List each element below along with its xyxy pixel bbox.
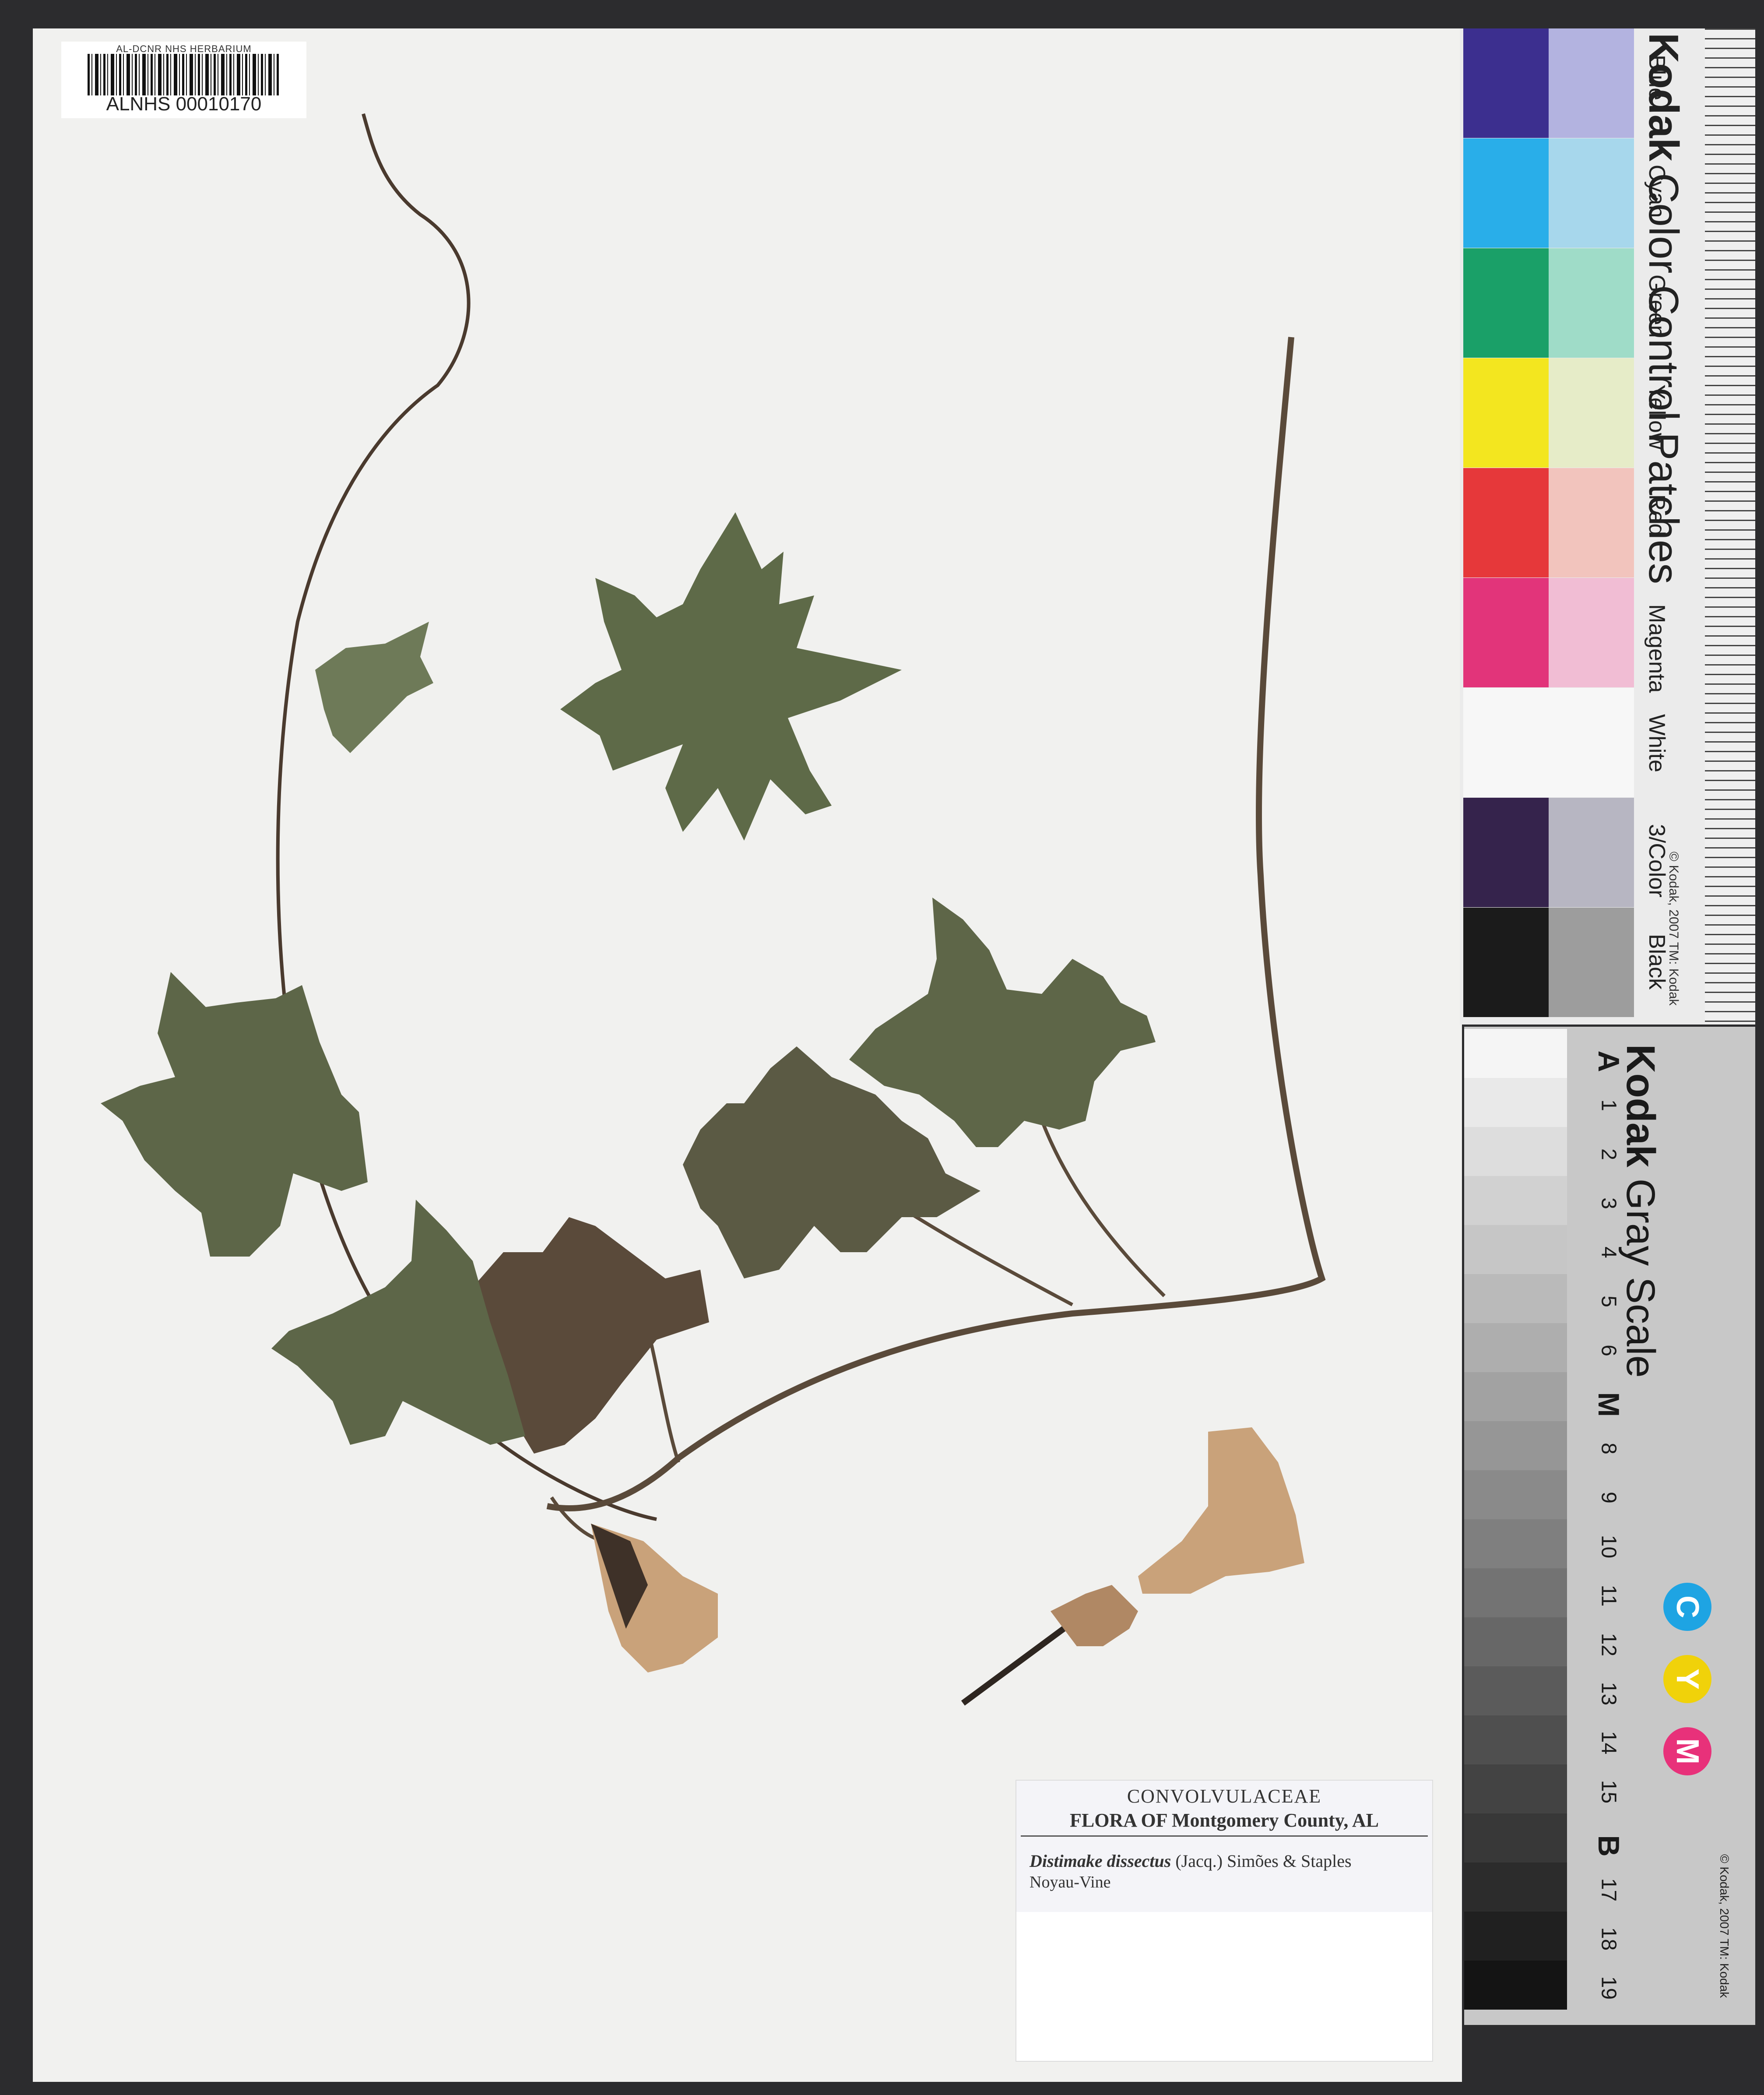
gray-step-label: 10 — [1597, 1535, 1620, 1559]
patch-label: Cyan — [1644, 165, 1669, 218]
family-name: CONVOLVULACEAE — [1127, 1785, 1322, 1807]
gray-card-title: Kodak Gray Scale — [1618, 1044, 1663, 1378]
gray-step — [1464, 1470, 1567, 1519]
leaf-right — [849, 898, 1156, 1147]
gray-step-label: 17 — [1597, 1878, 1620, 1902]
gray-step — [1464, 1617, 1567, 1666]
ruler-ticks — [1705, 28, 1755, 1025]
gray-step-label: 19 — [1597, 1976, 1620, 2000]
patch-magenta — [1463, 578, 1549, 687]
gray-step — [1464, 1225, 1567, 1274]
patch-light-yellow — [1549, 358, 1634, 468]
gray-step — [1464, 1666, 1567, 1715]
gray-step — [1464, 1176, 1567, 1225]
patch-label: White — [1644, 714, 1669, 772]
patch-label: Yellow — [1644, 384, 1669, 450]
gray-step-label: 3 — [1597, 1197, 1620, 1209]
gray-step — [1464, 1715, 1567, 1764]
gray-step — [1464, 1863, 1567, 1912]
gray-step-label: 15 — [1597, 1780, 1620, 1804]
gray-step — [1464, 1421, 1567, 1470]
divider — [1021, 1835, 1428, 1837]
gray-step-label: 1 — [1597, 1099, 1620, 1111]
gray-step — [1464, 1961, 1567, 2010]
gray-step — [1464, 1127, 1567, 1176]
gray-step-label: 9 — [1597, 1492, 1620, 1503]
gray-step — [1464, 1519, 1567, 1568]
flower-right — [1138, 1427, 1304, 1594]
gray-step-label: 2 — [1597, 1148, 1620, 1160]
patch-yellow — [1463, 358, 1549, 468]
gray-step — [1464, 1372, 1567, 1421]
gray-step-label: 12 — [1597, 1633, 1620, 1657]
gray-step — [1464, 1029, 1567, 1078]
patch-label: Blue — [1644, 55, 1669, 101]
gray-step-label: 14 — [1597, 1731, 1620, 1755]
gray-step-label: 5 — [1597, 1296, 1620, 1307]
patch-light-3-color — [1549, 798, 1634, 907]
gray-step — [1464, 1323, 1567, 1372]
color-control-card: Kodak Color Control Patches Blue Cyan Gree… — [1460, 28, 1755, 1025]
gray-step-label: 11 — [1597, 1584, 1620, 1607]
scientific-name: Distimake dissectus (Jacq.) Simões & Sta… — [1030, 1851, 1352, 1871]
patch-label: Green — [1644, 275, 1669, 338]
dot-y: Y — [1663, 1655, 1711, 1703]
patch-3-color — [1463, 798, 1549, 907]
patch-light-cyan — [1549, 138, 1634, 248]
dot-c: C — [1663, 1583, 1711, 1631]
patch-label: Magenta — [1644, 604, 1669, 693]
gray-step — [1464, 1813, 1567, 1863]
patch-light-green — [1549, 248, 1634, 358]
gray-scale-card: Kodak Gray Scale A 1 2 3 4 5 6 M 8 9 10 11 12 13 14 15 B… — [1464, 1027, 1755, 2025]
color-patches — [1463, 28, 1634, 1025]
patch-cyan — [1463, 138, 1549, 248]
gray-step-label: 6 — [1597, 1345, 1620, 1356]
gray-step-label: 13 — [1597, 1682, 1620, 1706]
gray-step — [1464, 1568, 1567, 1617]
gray-step-label: 4 — [1597, 1246, 1620, 1258]
patch-label: Red — [1644, 494, 1669, 536]
patch-light-white — [1549, 688, 1634, 797]
color-card-copyright: © Kodak, 2007 TM: Kodak — [1666, 852, 1681, 1006]
dot-m: M — [1663, 1727, 1711, 1775]
patch-black — [1463, 908, 1549, 1017]
leaf-lower-left — [271, 1200, 525, 1445]
gray-step-label: 8 — [1597, 1443, 1620, 1454]
gray-step-label: 18 — [1597, 1927, 1620, 1951]
leaf-small — [315, 622, 433, 753]
gray-step — [1464, 1274, 1567, 1323]
patch-green — [1463, 248, 1549, 358]
blank-area — [1016, 1912, 1432, 2061]
patch-red — [1463, 468, 1549, 577]
patch-light-blue — [1549, 28, 1634, 138]
common-name: Noyau-Vine — [1030, 1873, 1111, 1891]
flower-bud — [961, 1585, 1138, 1706]
patch-white — [1463, 688, 1549, 797]
gray-card-copyright: © Kodak, 2007 TM: Kodak — [1718, 1854, 1731, 1998]
patch-light-magenta — [1549, 578, 1634, 687]
patch-light-black — [1549, 908, 1634, 1017]
flower-lower-left — [591, 1524, 718, 1672]
leaf-left — [101, 972, 368, 1257]
flora-title: FLORA OF Montgomery County, AL — [1069, 1810, 1379, 1831]
gray-step — [1464, 1078, 1567, 1127]
specimen-label: CONVOLVULACEAE FLORA OF Montgomery Count… — [1016, 1780, 1433, 2062]
patch-light-red — [1549, 468, 1634, 577]
gray-strip — [1464, 1027, 1567, 2025]
gray-step — [1464, 1912, 1567, 1961]
leaf-top — [560, 512, 902, 841]
patch-blue — [1463, 28, 1549, 138]
gray-step — [1464, 1764, 1567, 1813]
